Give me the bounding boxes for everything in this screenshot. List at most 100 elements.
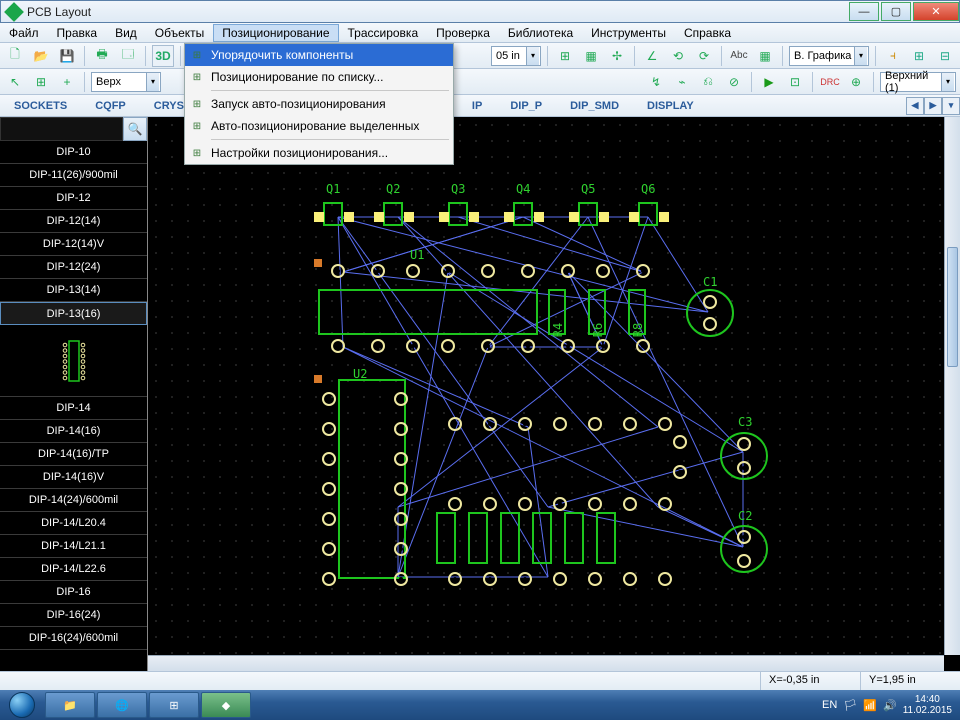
cat-display[interactable]: DISPLAY: [633, 100, 708, 112]
task-explorer[interactable]: 📁: [45, 692, 95, 718]
route4-icon[interactable]: ⊘: [723, 71, 745, 93]
side-combo[interactable]: Верхний (1): [880, 72, 956, 92]
print-icon[interactable]: 🖶: [91, 45, 113, 67]
preview-icon[interactable]: 🗔: [117, 45, 139, 67]
align-icon[interactable]: ⫞: [882, 45, 904, 67]
cat-sockets[interactable]: SOCKETS: [0, 100, 81, 112]
menu-help[interactable]: Справка: [675, 24, 740, 42]
tray-network-icon[interactable]: 📶: [863, 699, 877, 712]
pad: [737, 530, 751, 544]
start-button[interactable]: [0, 690, 44, 720]
distribute-icon[interactable]: ⊞: [908, 45, 930, 67]
refdes: C1: [703, 275, 717, 289]
graphics-combo[interactable]: В. Графика: [789, 46, 869, 66]
cursor-icon[interactable]: ↖: [4, 71, 26, 93]
route3-icon[interactable]: ⎌: [697, 71, 719, 93]
sidebar-item[interactable]: DIP-12: [0, 187, 147, 210]
open-icon[interactable]: 📂: [30, 45, 52, 67]
sidebar-item[interactable]: DIP-16(24): [0, 604, 147, 627]
pcb-canvas[interactable]: Q1Q2Q3Q4Q5Q6U1R4R6R8C1U2C3C2: [148, 117, 944, 655]
tabs-menu-button[interactable]: ▾: [942, 97, 960, 115]
menu-tools[interactable]: Инструменты: [582, 24, 675, 42]
horizontal-scrollbar[interactable]: [148, 655, 944, 671]
menu-objects[interactable]: Объекты: [146, 24, 214, 42]
lang-indicator[interactable]: EN: [822, 699, 837, 711]
cat-ip[interactable]: IP: [458, 100, 496, 112]
menu-item[interactable]: ⊞Настройки позиционирования...: [185, 142, 453, 164]
sidebar-item[interactable]: DIP-14/L20.4: [0, 512, 147, 535]
net-icon[interactable]: ⊕: [845, 71, 867, 93]
task-app2[interactable]: ◆: [201, 692, 251, 718]
system-tray[interactable]: EN 🏳 📶 🔊 14:40 11.02.2015: [818, 694, 956, 716]
origin-icon[interactable]: ✢: [606, 45, 628, 67]
route-icon[interactable]: ↯: [645, 71, 667, 93]
component-search-button[interactable]: 🔍: [123, 117, 147, 141]
3d-button[interactable]: 3D: [152, 45, 174, 67]
angle-icon[interactable]: ∠: [641, 45, 663, 67]
vertical-scroll-thumb[interactable]: [947, 247, 958, 367]
close-button[interactable]: ✕: [913, 2, 959, 21]
sidebar-item[interactable]: DIP-10: [0, 141, 147, 164]
menu-library[interactable]: Библиотека: [499, 24, 582, 42]
sidebar-item[interactable]: DIP-12(14): [0, 210, 147, 233]
route2-icon[interactable]: ⌁: [671, 71, 693, 93]
menu-item[interactable]: ⊞Позиционирование по списку...: [185, 66, 453, 88]
task-chrome[interactable]: 🌐: [97, 692, 147, 718]
pan-icon[interactable]: ⊞: [30, 71, 52, 93]
menu-positioning[interactable]: Позиционирование: [213, 24, 338, 42]
sidebar-item[interactable]: DIP-16(24)/600mil: [0, 627, 147, 650]
pad: [561, 264, 575, 278]
sidebar-item[interactable]: DIP-12(24): [0, 256, 147, 279]
sidebar-item[interactable]: DIP-13(14): [0, 279, 147, 302]
menu-routing[interactable]: Трассировка: [339, 24, 428, 42]
sidebar-item[interactable]: DIP-14(16): [0, 420, 147, 443]
grid-size-combo[interactable]: 05 in: [491, 46, 541, 66]
text-icon[interactable]: Abc: [728, 45, 750, 67]
sidebar-item[interactable]: DIP-14(16)V: [0, 466, 147, 489]
tray-volume-icon[interactable]: 🔊: [883, 699, 897, 712]
layers-icon[interactable]: ▦: [580, 45, 602, 67]
mirror-icon[interactable]: ⟲: [667, 45, 689, 67]
task-app1[interactable]: ⊞: [149, 692, 199, 718]
menu-check[interactable]: Проверка: [427, 24, 499, 42]
menu-view[interactable]: Вид: [106, 24, 146, 42]
cat-dipsmd[interactable]: DIP_SMD: [556, 100, 633, 112]
pad: [483, 417, 497, 431]
save-icon[interactable]: 💾: [56, 45, 78, 67]
cat-dipp[interactable]: DIP_P: [496, 100, 556, 112]
tabs-next-button[interactable]: ▶: [924, 97, 942, 115]
sidebar-item[interactable]: DIP-16: [0, 581, 147, 604]
maximize-button[interactable]: ▢: [881, 2, 911, 21]
menu-file[interactable]: Файл: [0, 24, 48, 42]
sidebar-item[interactable]: DIP-14: [0, 397, 147, 420]
step-icon[interactable]: ⊡: [784, 71, 806, 93]
status-x: X=-0,35 in: [760, 672, 860, 690]
new-icon[interactable]: 🗋: [4, 45, 26, 67]
sidebar-item[interactable]: DIP-14(24)/600mil: [0, 489, 147, 512]
component-search-input[interactable]: [0, 117, 123, 141]
sidebar-item[interactable]: DIP-12(14)V: [0, 233, 147, 256]
taskbar-clock[interactable]: 14:40 11.02.2015: [903, 694, 952, 716]
tabs-prev-button[interactable]: ◀: [906, 97, 924, 115]
grid-icon[interactable]: ▦: [754, 45, 776, 67]
menu-item[interactable]: ⊞Авто-позиционирование выделенных: [185, 115, 453, 137]
drc-icon[interactable]: DRC: [819, 71, 841, 93]
sidebar-item[interactable]: DIP-14(16)/TP: [0, 443, 147, 466]
measure-icon[interactable]: ⊞: [554, 45, 576, 67]
vertical-scrollbar[interactable]: [944, 117, 960, 655]
sidebar-item[interactable]: DIP-14/L21.1: [0, 535, 147, 558]
menu-item[interactable]: ⊞Упорядочить компоненты: [185, 44, 453, 66]
menu-edit[interactable]: Правка: [48, 24, 107, 42]
rotate-icon[interactable]: ⟳: [693, 45, 715, 67]
sidebar-item[interactable]: DIP-14/L22.6: [0, 558, 147, 581]
minimize-button[interactable]: —: [849, 2, 879, 21]
layer-combo[interactable]: Верх: [91, 72, 161, 92]
play-icon[interactable]: ▶: [758, 71, 780, 93]
sidebar-item[interactable]: DIP-11(26)/900mil: [0, 164, 147, 187]
group-icon[interactable]: ⊟: [934, 45, 956, 67]
menu-item[interactable]: ⊞Запуск авто-позиционирования: [185, 93, 453, 115]
zoom-plus-icon[interactable]: +: [56, 71, 78, 93]
tray-flag-icon[interactable]: 🏳: [843, 699, 857, 712]
sidebar-item[interactable]: DIP-13(16): [0, 302, 147, 325]
cat-cqfp[interactable]: CQFP: [81, 100, 140, 112]
